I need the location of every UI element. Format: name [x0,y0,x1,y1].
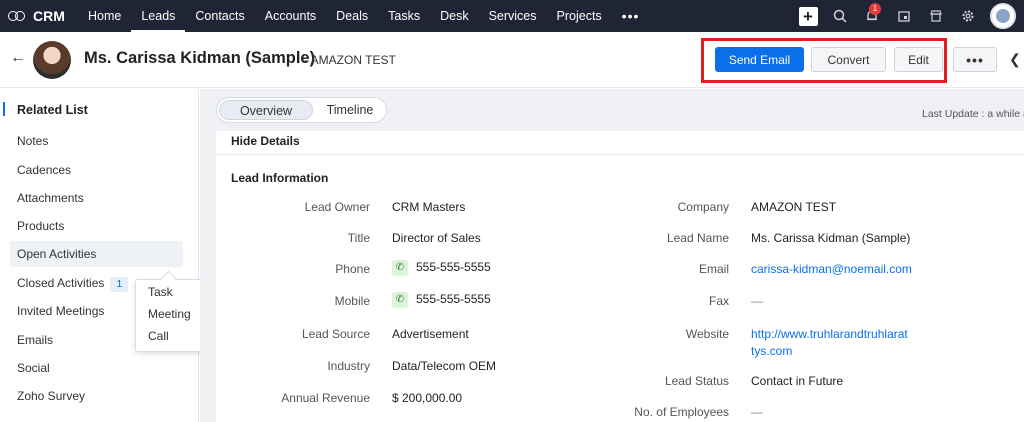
employees-value[interactable]: — [751,405,763,419]
field-label: Company [677,200,729,214]
gear-icon[interactable] [952,0,984,32]
nav-item-services[interactable]: Services [479,0,547,32]
email-link[interactable]: carissa-kidman@noemail.com [751,262,912,276]
plus-icon[interactable]: + [792,0,824,32]
nav-item-deals[interactable]: Deals [326,0,378,32]
field-label: Website [685,327,729,341]
edit-button[interactable]: Edit [894,47,943,72]
field-label: Lead Owner [304,200,370,214]
sidebar-item-social[interactable]: Social [17,361,50,375]
nav-item-accounts[interactable]: Accounts [255,0,326,32]
field-label: Email [698,262,729,276]
lead-photo [33,41,71,79]
record-company: - AMAZON TEST [304,53,396,67]
convert-button[interactable]: Convert [811,47,886,72]
field-label: Lead Source [301,327,370,341]
phone-value-row[interactable]: ✆ 555-555-5555 [392,260,491,276]
store-icon[interactable] [920,0,952,32]
popup-item-meeting[interactable]: Meeting [148,307,191,321]
more-actions-button[interactable]: ••• [953,47,997,72]
field-label: No. of Employees [634,405,729,419]
tab-timeline[interactable]: Timeline [320,100,380,120]
notification-badge: 1 [869,3,881,15]
view-tabs: Overview Timeline [216,97,387,123]
nav-more-button[interactable]: ••• [612,8,650,24]
field-label: Lead Name [666,231,729,245]
sidebar-item-emails[interactable]: Emails [17,333,53,347]
nav-right-tools: + 1 [792,0,1024,32]
field-label: Industry [327,359,370,373]
related-list-sidebar: Related List Notes Cadences Attachments … [0,89,199,422]
field-label: Lead Status [664,374,729,388]
sidebar-item-attachments[interactable]: Attachments [17,191,84,205]
details-card: Hide Details Lead Information Lead Owner… [216,131,1024,422]
popup-item-call[interactable]: Call [148,329,169,343]
lead-name-value[interactable]: Ms. Carissa Kidman (Sample) [751,231,910,245]
nav-item-home[interactable]: Home [78,0,131,32]
field-label: Title [347,231,370,245]
crm-logo-icon [8,9,28,23]
field-label: Mobile [334,294,370,308]
lead-status-value[interactable]: Contact in Future [751,374,843,388]
field-label: Phone [335,262,370,276]
nav-item-leads[interactable]: Leads [131,0,186,32]
tab-overview[interactable]: Overview [219,100,313,120]
user-avatar[interactable] [990,3,1016,29]
sidebar-item-invited-meetings[interactable]: Invited Meetings [17,304,104,318]
sidebar-item-cadences[interactable]: Cadences [17,163,71,177]
mobile-value-row[interactable]: ✆ 555-555-5555 [392,292,491,308]
main-content: Overview Timeline Last Update : a while … [200,89,1024,422]
sidebar-item-zoho-survey[interactable]: Zoho Survey [17,389,85,403]
send-email-button[interactable]: Send Email [715,47,804,72]
activity-type-popup: Task Meeting Call [135,279,203,352]
back-arrow-icon[interactable]: ← [10,49,26,67]
lead-source-value[interactable]: Advertisement [392,327,469,341]
company-value[interactable]: AMAZON TEST [751,200,836,214]
field-label: Fax [708,294,729,308]
top-nav: CRM Home Leads Contacts Accounts Deals T… [0,0,1024,32]
bell-icon[interactable]: 1 [856,0,888,32]
annual-revenue-value[interactable]: $ 200,000.00 [392,391,462,405]
brand[interactable]: CRM [0,8,78,24]
lead-owner-value[interactable]: CRM Masters [392,200,465,214]
closed-activities-count: 1 [110,277,129,292]
nav-item-tasks[interactable]: Tasks [378,0,430,32]
phone-icon[interactable]: ✆ [392,260,408,276]
sidebar-item-closed-activities[interactable]: Closed Activities 1 [17,276,129,292]
sidebar-item-open-activities[interactable]: Open Activities [10,241,183,267]
title-value[interactable]: Director of Sales [392,231,481,245]
collapse-marker-icon[interactable] [3,102,6,116]
sidebar-item-products[interactable]: Products [17,219,64,233]
website-line-2: tys.com [751,344,793,358]
website-line-1: http://www.truhlarandtruhlarat [751,327,908,341]
section-title: Lead Information [231,171,329,185]
nav-item-projects[interactable]: Projects [547,0,612,32]
website-link[interactable]: http://www.truhlarandtruhlarat tys.com [751,327,908,358]
popup-item-task[interactable]: Task [148,285,173,299]
chevron-left-icon[interactable]: ❮ [1009,51,1021,68]
field-label: Annual Revenue [281,391,370,405]
related-list-heading: Related List [17,103,88,117]
nav-item-desk[interactable]: Desk [430,0,478,32]
phone-value: 555-555-5555 [416,260,491,275]
divider [216,154,1024,155]
record-name: Ms. Carissa Kidman (Sample) [84,49,316,67]
brand-name: CRM [33,8,65,24]
sidebar-item-label: Closed Activities [17,276,105,290]
calendar-icon[interactable] [888,0,920,32]
phone-icon[interactable]: ✆ [392,292,408,308]
fax-value[interactable]: — [751,294,763,308]
sidebar-item-notes[interactable]: Notes [17,134,48,148]
industry-value[interactable]: Data/Telecom OEM [392,359,496,373]
last-update: Last Update : a while ago [922,108,1024,120]
search-icon[interactable] [824,0,856,32]
mobile-value: 555-555-5555 [416,292,491,307]
hide-details-link[interactable]: Hide Details [231,134,300,148]
nav-item-contacts[interactable]: Contacts [185,0,254,32]
